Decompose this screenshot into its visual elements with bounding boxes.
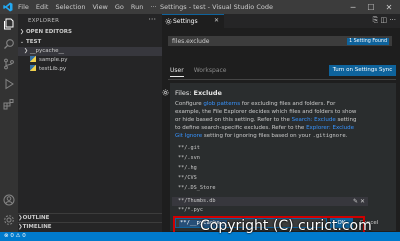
pattern-label: **/Thumbs.db [178,198,216,204]
section-workspace[interactable]: ⌄ TEST [18,38,162,47]
explorer-sidebar: EXPLORER ··· ❯ OPEN EDITORS ⌄ TEST ❯ __pyca… [18,14,162,232]
title-bar: File Edit Selection View Go Run ··· Sett… [0,0,400,14]
open-json-icon[interactable]: ⎘ [373,16,379,24]
tab-settings[interactable]: Settings ✕ [162,14,224,28]
split-editor-icon[interactable]: ◫ [380,16,387,24]
exclude-pattern-item[interactable]: **/.svn [172,154,368,163]
menu-bar: File Edit Selection View Go Run ··· [18,2,164,12]
section-outline[interactable]: ❯OUTLINE [18,213,162,222]
tree-item-label: __pycache__ [30,48,65,54]
exclude-pattern-item[interactable]: **/.hg [172,164,368,173]
search-icon[interactable] [3,38,15,50]
exclude-pattern-item[interactable]: **/.git [172,144,368,153]
python-file-icon [30,56,36,62]
pattern-edit-remove-icons[interactable]: ✎ ✕ [353,197,365,206]
explorer-icon[interactable] [3,18,15,30]
activity-bar [0,14,18,232]
menu-more[interactable]: ··· [150,2,156,12]
menu-run[interactable]: Run [131,2,143,12]
problems-status[interactable]: ⊗ 0 ⚠ 0 [4,232,26,241]
more-actions-icon[interactable]: ··· [148,15,156,24]
chevron-right-icon: ❯ [23,48,29,54]
tab-user[interactable]: User [170,67,184,77]
close-icon[interactable]: ✕ [380,0,398,14]
section-timeline-label: TIMELINE [22,224,52,230]
section-workspace-label: TEST [26,39,42,45]
search-value: files.exclude [172,38,210,45]
copyright-watermark: Copyright (C) curict.com [200,218,372,234]
menu-selection[interactable]: Selection [55,2,85,12]
run-debug-icon[interactable] [3,78,15,90]
editor-actions: ⎘ ◫ ··· [373,16,396,25]
exclude-pattern-item-hovered[interactable]: **/Thumbs.db ✎ ✕ [172,197,368,206]
section-open-editors-label: OPEN EDITORS [26,29,72,35]
exclude-pattern-item[interactable]: **/.DS_Store [172,184,368,193]
settings-sync-button[interactable]: Turn on Settings Sync [329,65,396,76]
extensions-icon[interactable] [3,98,15,110]
settings-search-input[interactable]: files.exclude 1 Setting Found [168,36,392,46]
tab-label: Settings [173,18,198,25]
menu-view[interactable]: View [92,2,107,12]
vscode-logo-icon [3,2,13,12]
scope-tabs: User Workspace [170,67,236,77]
settings-found-badge: 1 Setting Found [347,38,389,45]
tab-bar: Settings ✕ ⎘ ◫ ··· [162,14,400,28]
window-controls: ─ ☐ ✕ [344,0,398,14]
more-actions-icon[interactable]: ··· [389,16,396,24]
account-icon[interactable] [3,194,15,206]
search-exclude-link[interactable]: Search: Exclude [292,117,336,123]
chevron-right-icon: ❯ [19,29,25,35]
manage-gear-icon[interactable] [3,214,15,226]
gitignore-code: .gitignore [312,133,346,139]
setting-category: Files: [175,89,194,97]
maximize-icon[interactable]: ☐ [362,0,380,14]
tree-item-label: testLib.py [39,66,67,72]
tree-item-testlib[interactable]: testLib.py [18,65,162,74]
desc-text: setting for ignoring files based on your [202,133,313,139]
setting-gear-icon[interactable] [162,89,169,96]
tree-item-sample[interactable]: sample.py [18,56,162,65]
desc-text: Configure [175,101,204,107]
section-outline-label: OUTLINE [22,215,50,221]
section-timeline[interactable]: ❯TIMELINE [18,222,162,231]
setting-name: Exclude [193,89,222,97]
menu-file[interactable]: File [18,2,29,12]
glob-patterns-link[interactable]: glob patterns [203,101,240,107]
minimize-icon[interactable]: ─ [344,0,362,14]
scope-divider [168,79,396,80]
window-title: Settings - test - Visual Studio Code [160,3,273,11]
setting-files-exclude: Files: Exclude Configure glob patterns f… [170,83,396,231]
tree-item-pycache[interactable]: ❯ __pycache__ [18,47,162,56]
tab-workspace[interactable]: Workspace [194,67,227,77]
settings-gear-icon [165,18,172,25]
desc-text: . [345,133,348,139]
settings-editor: Settings ✕ ⎘ ◫ ··· files.exclude 1 Setti… [162,14,400,234]
chevron-down-icon: ⌄ [19,39,25,45]
setting-description: Configure glob patterns for excluding fi… [175,100,361,140]
tab-close-icon[interactable]: ✕ [214,17,219,24]
sidebar-title: EXPLORER [28,18,60,24]
exclude-pattern-item[interactable]: **/CVS [172,174,368,183]
menu-go[interactable]: Go [115,2,124,12]
section-open-editors[interactable]: ❯ OPEN EDITORS [18,28,162,37]
exclude-pattern-item[interactable]: **/*.pyc [172,207,368,214]
python-file-icon [30,65,36,71]
tree-item-label: sample.py [39,57,68,63]
setting-title: Files: Exclude [175,89,222,97]
source-control-icon[interactable] [3,58,15,70]
menu-edit[interactable]: Edit [36,2,49,12]
